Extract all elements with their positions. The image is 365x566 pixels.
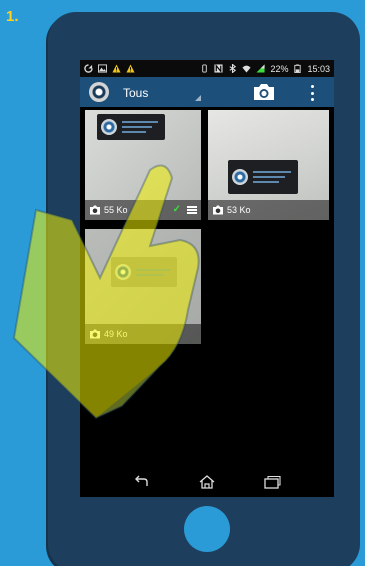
business-card-photo — [97, 114, 165, 140]
file-size: 55 Ko — [104, 205, 128, 215]
gallery-item[interactable]: 49 Ko — [85, 229, 201, 344]
nfc-icon — [214, 64, 224, 73]
clock: 15:03 — [307, 63, 330, 74]
sync-icon — [84, 64, 93, 73]
file-size: 53 Ko — [227, 205, 251, 215]
battery-icon — [293, 64, 302, 73]
warning-icon — [112, 64, 121, 73]
warning-icon — [126, 64, 135, 73]
phone-screen: 22% 15:03 Tous 55 Ko ✓ 53 Ko 49 Ko — [80, 60, 334, 497]
filter-label: Tous — [123, 86, 149, 100]
phone-home-button — [184, 506, 230, 552]
image-icon — [98, 64, 107, 73]
back-icon[interactable] — [133, 475, 151, 489]
gallery-item[interactable]: 53 Ko — [208, 110, 329, 220]
gallery-item-caption: 53 Ko — [208, 200, 329, 220]
business-card-photo — [228, 160, 298, 194]
gallery-item-caption: 49 Ko — [85, 324, 201, 344]
action-bar: Tous — [80, 77, 334, 107]
wifi-icon — [242, 64, 252, 73]
camera-icon[interactable] — [252, 83, 276, 101]
list-icon[interactable] — [187, 206, 197, 214]
app-logo-icon[interactable] — [89, 82, 109, 102]
battery-percent: 22% — [270, 63, 289, 74]
signal-icon — [256, 64, 266, 73]
camera-badge-icon — [89, 205, 101, 215]
bluetooth-icon — [228, 64, 237, 73]
check-icon: ✓ — [172, 204, 181, 215]
gallery-item-caption: 55 Ko ✓ — [85, 200, 201, 220]
file-size: 49 Ko — [104, 329, 128, 339]
vibrate-icon — [200, 64, 209, 73]
status-bar: 22% 15:03 — [80, 60, 334, 77]
photo-grid: 55 Ko ✓ 53 Ko 49 Ko — [80, 107, 334, 477]
dropdown-caret-icon — [195, 95, 201, 101]
recent-apps-icon[interactable] — [263, 475, 281, 489]
camera-badge-icon — [212, 205, 224, 215]
business-card-photo — [111, 257, 177, 287]
filter-dropdown[interactable]: Tous — [123, 81, 201, 103]
gallery-item[interactable]: 55 Ko ✓ — [85, 110, 201, 220]
camera-badge-icon — [89, 329, 101, 339]
overflow-menu-icon[interactable] — [309, 85, 315, 101]
step-number: 1. — [6, 8, 19, 25]
android-nav-bar — [80, 467, 334, 497]
home-icon[interactable] — [198, 475, 216, 489]
